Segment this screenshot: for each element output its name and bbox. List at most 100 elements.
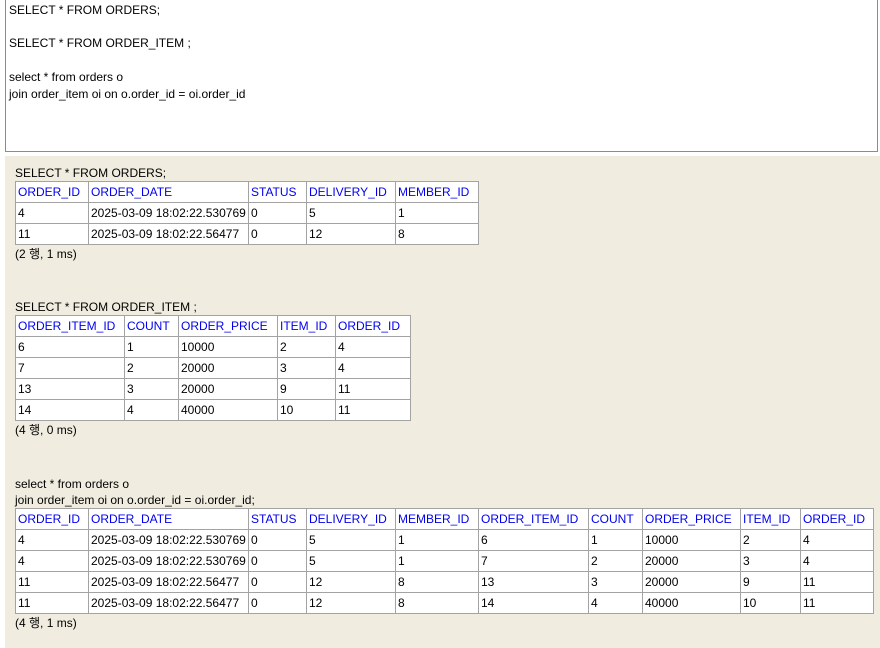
table-cell: 2 <box>277 336 336 358</box>
table-cell: 20000 <box>642 571 741 593</box>
table-row: 14 4 40000 10 11 <box>15 399 411 421</box>
table-cell: 0 <box>248 223 307 245</box>
table-cell: 8 <box>395 592 479 614</box>
result-table: ORDER_ITEM_ID COUNT ORDER_PRICE ITEM_ID ORDE… <box>15 315 411 421</box>
column-header[interactable]: ORDER_DATE <box>88 508 249 530</box>
table-row: 7 2 20000 3 4 <box>15 357 411 379</box>
result-status: (4 행, 1 ms) <box>15 616 77 630</box>
table-cell: 0 <box>248 202 307 224</box>
table-cell: 3 <box>740 550 801 572</box>
column-header[interactable]: MEMBER_ID <box>395 181 479 203</box>
table-cell: 2 <box>588 550 643 572</box>
table-cell: 0 <box>248 571 307 593</box>
table-cell: 5 <box>306 202 396 224</box>
table-cell: 4 <box>800 529 874 551</box>
table-cell: 0 <box>248 550 307 572</box>
column-header[interactable]: STATUS <box>248 508 307 530</box>
result-query: join order_item oi on o.order_id = oi.or… <box>15 493 255 507</box>
table-cell: 9 <box>740 571 801 593</box>
table-cell: 11 <box>800 592 874 614</box>
table-cell: 2025-03-09 18:02:22.530769 <box>88 529 249 551</box>
column-header[interactable]: ORDER_PRICE <box>642 508 741 530</box>
result-block-join: select * from orders o join order_item o… <box>15 476 874 631</box>
table-cell: 4 <box>335 336 411 358</box>
column-header[interactable]: ITEM_ID <box>740 508 801 530</box>
table-cell: 6 <box>15 336 125 358</box>
result-block-orders: SELECT * FROM ORDERS; ORDER_ID ORDER_DATE… <box>15 165 479 262</box>
table-cell: 3 <box>277 357 336 379</box>
result-query: SELECT * FROM ORDER_ITEM ; <box>15 300 197 314</box>
table-row: 13 3 20000 9 11 <box>15 378 411 400</box>
table-cell: 11 <box>15 592 89 614</box>
table-cell: 8 <box>395 571 479 593</box>
table-cell: 11 <box>335 378 411 400</box>
column-header[interactable]: ORDER_ITEM_ID <box>478 508 589 530</box>
table-row: 4 2025-03-09 18:02:22.530769 0 5 1 6 1 10000 2 4 <box>15 529 874 551</box>
table-cell: 1 <box>124 336 179 358</box>
table-cell: 4 <box>15 529 89 551</box>
table-cell: 20000 <box>178 357 278 379</box>
table-cell: 4 <box>588 592 643 614</box>
table-cell: 10 <box>740 592 801 614</box>
editor-line: SELECT * FROM ORDERS; <box>9 3 161 17</box>
column-header[interactable]: ORDER_PRICE <box>178 315 278 337</box>
table-cell: 1 <box>588 529 643 551</box>
table-cell: 4 <box>800 550 874 572</box>
result-table: ORDER_ID ORDER_DATE STATUS DELIVERY_ID MEMBE… <box>15 508 874 614</box>
table-cell: 5 <box>306 529 396 551</box>
table-cell: 1 <box>395 529 479 551</box>
column-header[interactable]: ORDER_ID <box>800 508 874 530</box>
editor-line: join order_item oi on o.order_id = oi.or… <box>9 87 246 101</box>
table-row: 11 2025-03-09 18:02:22.56477 0 12 8 13 3 20000 9… <box>15 571 874 593</box>
table-cell: 20000 <box>642 550 741 572</box>
result-status: (4 행, 0 ms) <box>15 423 77 437</box>
column-header[interactable]: ORDER_ITEM_ID <box>15 315 125 337</box>
table-cell: 11 <box>335 399 411 421</box>
table-header-row: ORDER_ID ORDER_DATE STATUS DELIVERY_ID MEMBE… <box>15 508 874 530</box>
table-cell: 12 <box>306 592 396 614</box>
column-header[interactable]: DELIVERY_ID <box>306 508 396 530</box>
editor-line: select * from orders o <box>9 70 124 84</box>
result-table: ORDER_ID ORDER_DATE STATUS DELIVERY_ID MEMBE… <box>15 181 479 245</box>
column-header[interactable]: ORDER_ID <box>335 315 411 337</box>
table-cell: 6 <box>478 529 589 551</box>
column-header[interactable]: DELIVERY_ID <box>306 181 396 203</box>
column-header[interactable]: COUNT <box>588 508 643 530</box>
table-cell: 12 <box>306 223 396 245</box>
table-row: 6 1 10000 2 4 <box>15 336 411 358</box>
column-header[interactable]: ORDER_ID <box>15 181 89 203</box>
table-cell: 7 <box>15 357 125 379</box>
sql-editor[interactable]: SELECT * FROM ORDERS; SELECT * FROM ORDE… <box>5 0 878 152</box>
table-cell: 3 <box>124 378 179 400</box>
table-cell: 14 <box>15 399 125 421</box>
column-header[interactable]: COUNT <box>124 315 179 337</box>
table-cell: 11 <box>15 571 89 593</box>
column-header[interactable]: MEMBER_ID <box>395 508 479 530</box>
table-cell: 10 <box>277 399 336 421</box>
table-cell: 4 <box>15 202 89 224</box>
table-row: 11 2025-03-09 18:02:22.56477 0 12 8 <box>15 223 479 245</box>
table-cell: 4 <box>15 550 89 572</box>
editor-line: SELECT * FROM ORDER_ITEM ; <box>9 36 191 50</box>
table-cell: 8 <box>395 223 479 245</box>
table-cell: 40000 <box>178 399 278 421</box>
table-cell: 11 <box>15 223 89 245</box>
table-cell: 2 <box>124 357 179 379</box>
table-cell: 2025-03-09 18:02:22.530769 <box>88 550 249 572</box>
table-cell: 40000 <box>642 592 741 614</box>
column-header[interactable]: STATUS <box>248 181 307 203</box>
table-cell: 2 <box>740 529 801 551</box>
column-header[interactable]: ORDER_ID <box>15 508 89 530</box>
table-header-row: ORDER_ID ORDER_DATE STATUS DELIVERY_ID MEMBE… <box>15 181 479 203</box>
table-header-row: ORDER_ITEM_ID COUNT ORDER_PRICE ITEM_ID ORDE… <box>15 315 411 337</box>
result-query: SELECT * FROM ORDERS; <box>15 166 167 180</box>
table-cell: 13 <box>478 571 589 593</box>
column-header[interactable]: ORDER_DATE <box>88 181 249 203</box>
table-cell: 10000 <box>642 529 741 551</box>
column-header[interactable]: ITEM_ID <box>277 315 336 337</box>
table-cell: 0 <box>248 592 307 614</box>
table-cell: 2025-03-09 18:02:22.56477 <box>88 592 249 614</box>
table-row: 4 2025-03-09 18:02:22.530769 0 5 1 <box>15 202 479 224</box>
table-cell: 3 <box>588 571 643 593</box>
table-cell: 12 <box>306 571 396 593</box>
